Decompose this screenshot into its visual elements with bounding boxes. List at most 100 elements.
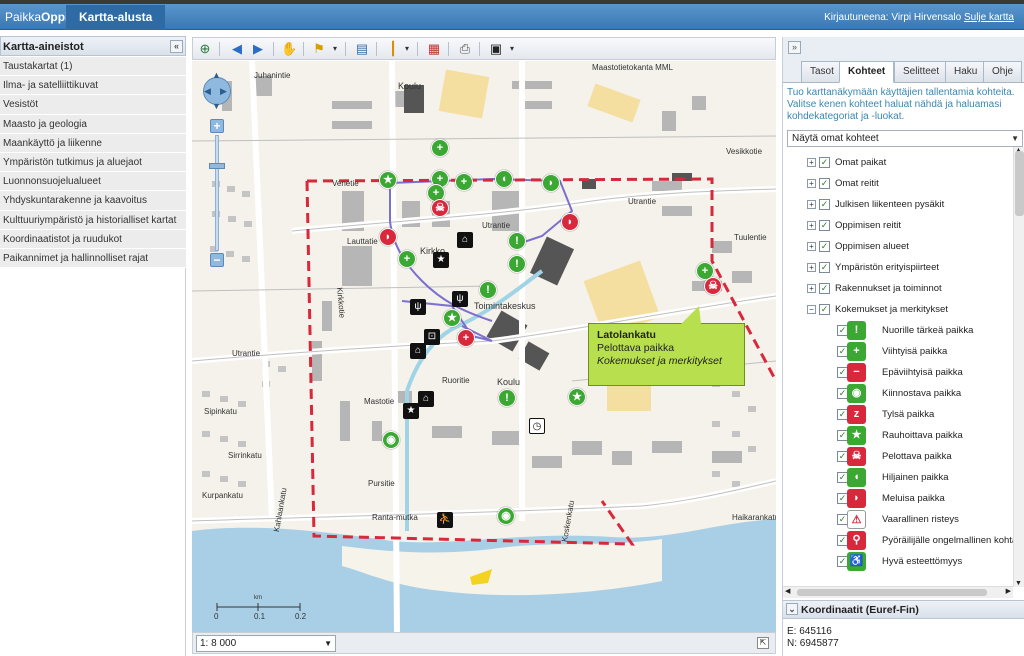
marker-kiinnostava-icon[interactable]: ◉ [497, 507, 515, 525]
objects-owner-select[interactable]: Näytä omat kohteet ▼ [787, 130, 1023, 147]
poi-star-icon[interactable]: ★ [403, 403, 419, 419]
marker-viihtyisa-icon[interactable]: + [398, 250, 416, 268]
tab-selitteet[interactable]: Selitteet [894, 61, 949, 83]
dataset-item[interactable]: Kulttuuriympäristö ja historialliset kar… [0, 210, 186, 230]
tab-ohje[interactable]: Ohje [983, 61, 1023, 83]
expand-node-icon[interactable]: + [807, 242, 816, 251]
poi-clock-icon[interactable]: ◷ [529, 418, 545, 434]
category-row[interactable]: + ✓ Rakennukset ja toiminnot [783, 278, 1013, 299]
poi-school-icon[interactable]: ⌂ [457, 232, 473, 248]
pan-right-icon[interactable]: ▶ [220, 86, 227, 97]
expand-node-icon[interactable]: + [807, 221, 816, 230]
category-child-row[interactable]: ✓ ⚠ Vaarallinen risteys [783, 509, 1013, 530]
poi-star-icon[interactable]: ★ [433, 252, 449, 268]
zoom-out-button[interactable]: − [210, 253, 224, 267]
zoom-slider-track[interactable] [215, 135, 219, 251]
expand-node-icon[interactable]: + [807, 263, 816, 272]
marker-hiljainen-icon[interactable]: ◖ [495, 170, 513, 188]
category-child-row[interactable]: ✓ ☠ Pelottava paikka [783, 446, 1013, 467]
zoom-extent-icon[interactable]: ⊕ [197, 41, 213, 57]
marker-hiljainen-icon[interactable]: ◗ [542, 174, 560, 192]
overview-map-icon[interactable]: ⇱ [757, 637, 769, 649]
category-checkbox[interactable]: ✓ [819, 304, 830, 315]
poi-shop-icon[interactable]: ⊡ [424, 329, 440, 345]
category-row[interactable]: + ✓ Ympäristön erityispiirteet [783, 257, 1013, 278]
category-checkbox[interactable]: ✓ [819, 157, 830, 168]
layers-icon[interactable]: ▤ [354, 41, 370, 57]
dataset-item[interactable]: Ilma- ja satelliittikuvat [0, 76, 186, 96]
category-checkbox[interactable]: ✓ [819, 262, 830, 273]
scroll-down-icon[interactable]: ▼ [1015, 580, 1022, 587]
coordinates-header[interactable]: ⌄ Koordinaatit (Euref-Fin) [783, 600, 1024, 619]
tab-haku[interactable]: Haku [945, 61, 987, 83]
category-child-row[interactable]: ✓ ★ Rauhoittava paikka [783, 425, 1013, 446]
category-row[interactable]: + ✓ Julkisen liikenteen pysäkit [783, 194, 1013, 215]
tab-kohteet[interactable]: Kohteet [839, 61, 895, 83]
category-child-row[interactable]: ✓ z Tylsä paikka [783, 404, 1013, 425]
expand-node-icon[interactable]: + [807, 284, 816, 293]
marker-viihtyisa-icon[interactable]: + [431, 139, 449, 157]
category-checkbox[interactable]: ✓ [819, 283, 830, 294]
scroll-left-icon[interactable]: ◀ [785, 587, 790, 595]
collapse-left-icon[interactable]: « [170, 40, 183, 53]
marker-pelottava-icon[interactable]: ☠ [431, 199, 449, 217]
category-row[interactable]: + ✓ Oppimisen reitit [783, 215, 1013, 236]
dataset-item[interactable]: Yhdyskuntarakenne ja kaavoitus [0, 191, 186, 211]
select-icon[interactable]: ⚑ [311, 41, 327, 57]
category-checkbox[interactable]: ✓ [819, 220, 830, 231]
poi-sport-icon[interactable]: ⛹ [437, 512, 453, 528]
category-row[interactable]: − ✓ Kokemukset ja merkitykset [783, 299, 1013, 320]
marker-nuorille-icon[interactable]: ! [498, 389, 516, 407]
dataset-item[interactable]: Ympäristön tutkimus ja aluejaot [0, 152, 186, 173]
category-child-row[interactable]: ✓ − Epäviihtyisä paikka [783, 362, 1013, 383]
poi-house-icon[interactable]: ⌂ [418, 391, 434, 407]
marker-nuorille-icon[interactable]: ! [508, 255, 526, 273]
dataset-item[interactable]: Taustakartat (1) [0, 57, 186, 77]
expand-node-icon[interactable]: + [807, 158, 816, 167]
save-icon[interactable]: ▣ [488, 41, 504, 57]
marker-meluisa-icon[interactable]: ◗ [561, 213, 579, 231]
measure-dropdown-icon[interactable]: ▾ [399, 41, 415, 57]
category-child-row[interactable]: ✓ ◖ Hiljainen paikka [783, 467, 1013, 488]
app-logo[interactable]: PaikkaOppi [5, 10, 68, 24]
marker-rauhoittava-icon[interactable]: ★ [443, 309, 461, 327]
category-child-row[interactable]: ✓! Nuorille tärkeä paikka [783, 320, 1013, 341]
marker-pelottava-icon[interactable]: ☠ [704, 277, 722, 295]
save-dropdown-icon[interactable]: ▾ [504, 41, 520, 57]
forward-icon[interactable]: ▶ [250, 41, 266, 57]
category-checkbox[interactable]: ✓ [819, 199, 830, 210]
pan-left-icon[interactable]: ◀ [204, 86, 211, 97]
marker-nuorille-icon[interactable]: ! [508, 232, 526, 250]
dataset-item[interactable]: Maasto ja geologia [0, 114, 186, 134]
marker-rauhoittava-icon[interactable]: ★ [568, 388, 586, 406]
tree-horizontal-scrollbar[interactable]: ◀ ▶ [783, 586, 1013, 598]
poi-restaurant-icon[interactable]: ψ [410, 299, 426, 315]
dataset-item[interactable]: Vesistöt [0, 95, 186, 115]
poi-restaurant-icon[interactable]: ψ [452, 291, 468, 307]
dataset-item[interactable]: Paikannimet ja hallinnolliset rajat [0, 248, 186, 269]
zoom-slider-handle[interactable] [209, 163, 225, 169]
pan-hand-icon[interactable]: ✋ [281, 41, 297, 57]
map-canvas[interactable]: Maastotietokanta MML Koulu Juhanintie Ve… [192, 61, 776, 632]
zoom-in-button[interactable]: + [210, 119, 224, 133]
expand-node-icon[interactable]: + [807, 200, 816, 209]
category-row[interactable]: + ✓ Omat reitit [783, 173, 1013, 194]
category-checkbox[interactable]: ✓ [819, 178, 830, 189]
marker-kiinnostava-icon[interactable]: ◉ [382, 431, 400, 449]
dataset-item[interactable]: Maankäyttö ja liikenne [0, 133, 186, 153]
marker-selected-icon[interactable]: + [457, 329, 475, 347]
category-child-row[interactable]: ✓ + Viihtyisä paikka [783, 341, 1013, 362]
expand-node-icon[interactable]: + [807, 179, 816, 188]
back-icon[interactable]: ◀ [229, 41, 245, 57]
dataset-item[interactable]: Luonnonsuojelualueet [0, 172, 186, 192]
collapse-node-icon[interactable]: − [807, 305, 816, 314]
hscroll-thumb[interactable] [797, 589, 987, 596]
pan-up-icon[interactable]: ▲ [212, 70, 221, 80]
scale-select[interactable]: 1: 8 000 ▼ [196, 635, 336, 652]
category-child-row[interactable]: ✓ ♿ Hyvä esteettömyys [783, 551, 1013, 572]
scroll-thumb[interactable] [1015, 151, 1024, 216]
category-row[interactable]: + ✓ Oppimisen alueet [783, 236, 1013, 257]
feature-callout[interactable]: Latolankatu Pelottava paikka Kokemukset … [588, 306, 745, 386]
marker-viihtyisa-icon[interactable]: + [455, 173, 473, 191]
collapse-coords-icon[interactable]: ⌄ [786, 603, 798, 615]
